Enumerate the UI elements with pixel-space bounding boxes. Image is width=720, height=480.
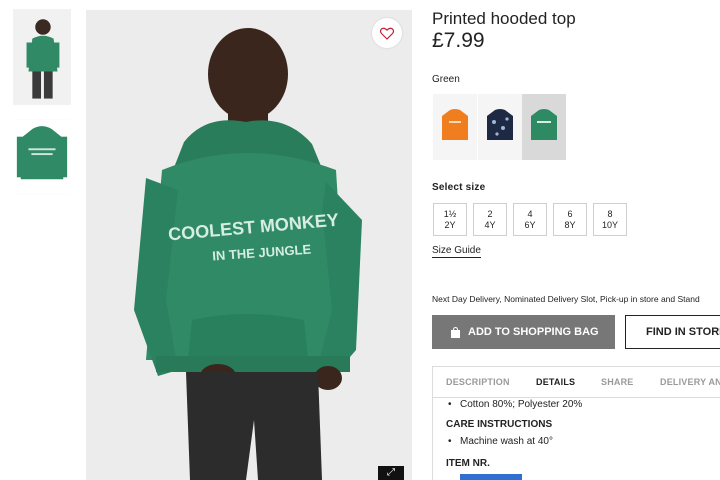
size-years: 8Y: [564, 220, 576, 230]
delivery-info: Next Day Delivery, Nominated Delivery Sl…: [432, 294, 700, 304]
thumbnail-flat[interactable]: [12, 118, 72, 196]
size-option-4y[interactable]: 2 4Y: [473, 203, 507, 236]
model-wearing-hoodie: COOLEST MONKEY IN THE JUNGLE: [86, 10, 412, 480]
size-option-10y[interactable]: 8 10Y: [593, 203, 627, 236]
size-years: 6Y: [524, 220, 536, 230]
product-price: £7.99: [432, 29, 485, 52]
size-option-8y[interactable]: 6 8Y: [553, 203, 587, 236]
color-swatch-navy-print[interactable]: [478, 94, 522, 160]
green-hoodie-icon: [531, 109, 557, 140]
heart-icon: [380, 27, 394, 40]
tab-details[interactable]: DETAILS: [536, 377, 575, 387]
size-option-6y[interactable]: 4 6Y: [513, 203, 547, 236]
tab-share[interactable]: SHARE: [601, 377, 634, 387]
size-age-range: 6: [567, 209, 573, 219]
tabs-divider: [433, 397, 720, 398]
product-title: Printed hooded top: [432, 9, 576, 28]
product-photo: COOLEST MONKEY IN THE JUNGLE ⤢: [86, 10, 412, 480]
size-years: 2Y: [444, 220, 456, 230]
color-swatch-orange[interactable]: [433, 94, 477, 160]
item-number-selection: [460, 474, 522, 480]
find-in-store-label: FIND IN STORE: [646, 326, 720, 338]
shopping-bag-icon: [451, 326, 460, 338]
composition-text: Cotton 80%; Polyester 20%: [448, 399, 582, 410]
orange-hoodie-icon: [442, 109, 468, 140]
care-instruction-item: Machine wash at 40°: [448, 436, 553, 447]
size-option-2y[interactable]: 1½ 2Y: [433, 203, 467, 236]
wishlist-button[interactable]: [372, 18, 402, 48]
tab-description[interactable]: DESCRIPTION: [446, 377, 510, 387]
color-swatch-green[interactable]: [522, 94, 566, 160]
size-years: 10Y: [601, 220, 618, 230]
item-number-heading: ITEM NR.: [446, 458, 490, 469]
size-years: 4Y: [484, 220, 496, 230]
add-to-bag-button[interactable]: ADD TO SHOPPING BAG: [432, 315, 615, 349]
navy-print-hoodie-icon: [487, 109, 513, 140]
thumbnail-model[interactable]: [12, 8, 72, 106]
size-age-range: 8: [607, 209, 613, 219]
care-instructions-heading: CARE INSTRUCTIONS: [446, 419, 553, 430]
size-guide-link[interactable]: Size Guide: [432, 245, 481, 258]
tab-delivery[interactable]: DELIVERY AN: [660, 377, 720, 387]
zoom-icon[interactable]: ⤢: [378, 466, 404, 480]
size-age-range: 1½: [443, 209, 457, 219]
selected-color-label: Green: [432, 74, 460, 85]
size-age-range: 2: [487, 209, 493, 219]
thumbnail-flat-image: [13, 119, 71, 195]
select-size-label: Select size: [432, 182, 486, 193]
add-to-bag-label: ADD TO SHOPPING BAG: [468, 326, 599, 338]
thumbnail-model-image: [13, 9, 71, 105]
size-age-range: 4: [527, 209, 533, 219]
find-in-store-button[interactable]: FIND IN STORE: [625, 315, 720, 349]
